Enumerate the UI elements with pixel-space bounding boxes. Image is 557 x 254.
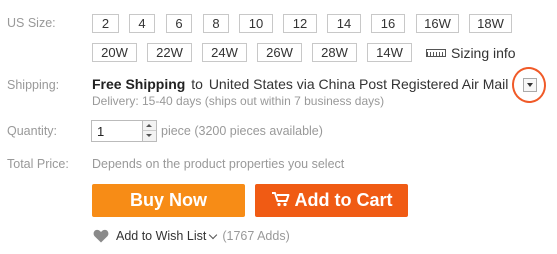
buy-now-label: Buy Now (129, 190, 207, 210)
delivery-info: Delivery: 15-40 days (ships out within 7… (92, 94, 385, 108)
sizing-info-label: Sizing info (451, 44, 516, 61)
add-to-cart-button[interactable]: Add to Cart (255, 184, 408, 217)
size-option-2[interactable]: 2 (92, 14, 119, 33)
size-option-14[interactable]: 14 (327, 14, 361, 33)
quantity-available: piece (3200 pieces available) (161, 124, 323, 138)
size-option-8[interactable]: 8 (203, 14, 229, 33)
size-option-28w[interactable]: 28W (312, 43, 357, 62)
size-option-4[interactable]: 4 (129, 14, 155, 33)
size-option-14w[interactable]: 14W (367, 43, 412, 62)
size-option-22w[interactable]: 22W (147, 43, 192, 62)
wishlist-count: (1767 Adds) (222, 229, 290, 243)
annotation-circle (509, 64, 549, 106)
ruler-icon (426, 48, 446, 57)
quantity-label: Quantity: (7, 124, 58, 138)
size-option-16w[interactable]: 16W (416, 14, 459, 33)
size-option-16[interactable]: 16 (371, 14, 405, 33)
size-option-18w[interactable]: 18W (469, 14, 512, 33)
total-price-label: Total Price: (7, 157, 69, 171)
size-option-20w[interactable]: 20W (92, 43, 137, 62)
total-price-note: Depends on the product properties you se… (92, 157, 345, 171)
chevron-down-icon[interactable] (209, 230, 218, 239)
quantity-increment-button[interactable] (142, 121, 156, 131)
wishlist-row: Add to Wish List (1767 Adds) (93, 229, 290, 243)
shipping-method-line: Free Shipping to United States via China… (92, 76, 522, 92)
quantity-input[interactable] (92, 121, 140, 141)
add-to-wishlist-link[interactable]: Add to Wish List (116, 229, 206, 243)
sizing-info-link[interactable]: Sizing info (426, 43, 516, 62)
quantity-decrement-button[interactable] (142, 131, 156, 141)
size-option-24w[interactable]: 24W (202, 43, 247, 62)
shipping-destination[interactable]: United States via China Post Registered … (209, 76, 509, 92)
size-option-12[interactable]: 12 (283, 14, 317, 33)
add-to-cart-label: Add to Cart (294, 190, 393, 210)
free-shipping-text: Free Shipping (92, 76, 186, 92)
quantity-stepper (91, 120, 157, 142)
size-option-6[interactable]: 6 (166, 14, 192, 33)
buy-now-button[interactable]: Buy Now (92, 184, 245, 217)
shipping-label: Shipping: (7, 78, 60, 92)
shopping-cart-icon (271, 192, 289, 207)
heart-icon[interactable] (93, 229, 109, 243)
size-option-26w[interactable]: 26W (257, 43, 302, 62)
size-label: US Size: (7, 16, 56, 30)
shipping-to-text: to (191, 76, 203, 92)
size-option-10[interactable]: 10 (239, 14, 273, 33)
